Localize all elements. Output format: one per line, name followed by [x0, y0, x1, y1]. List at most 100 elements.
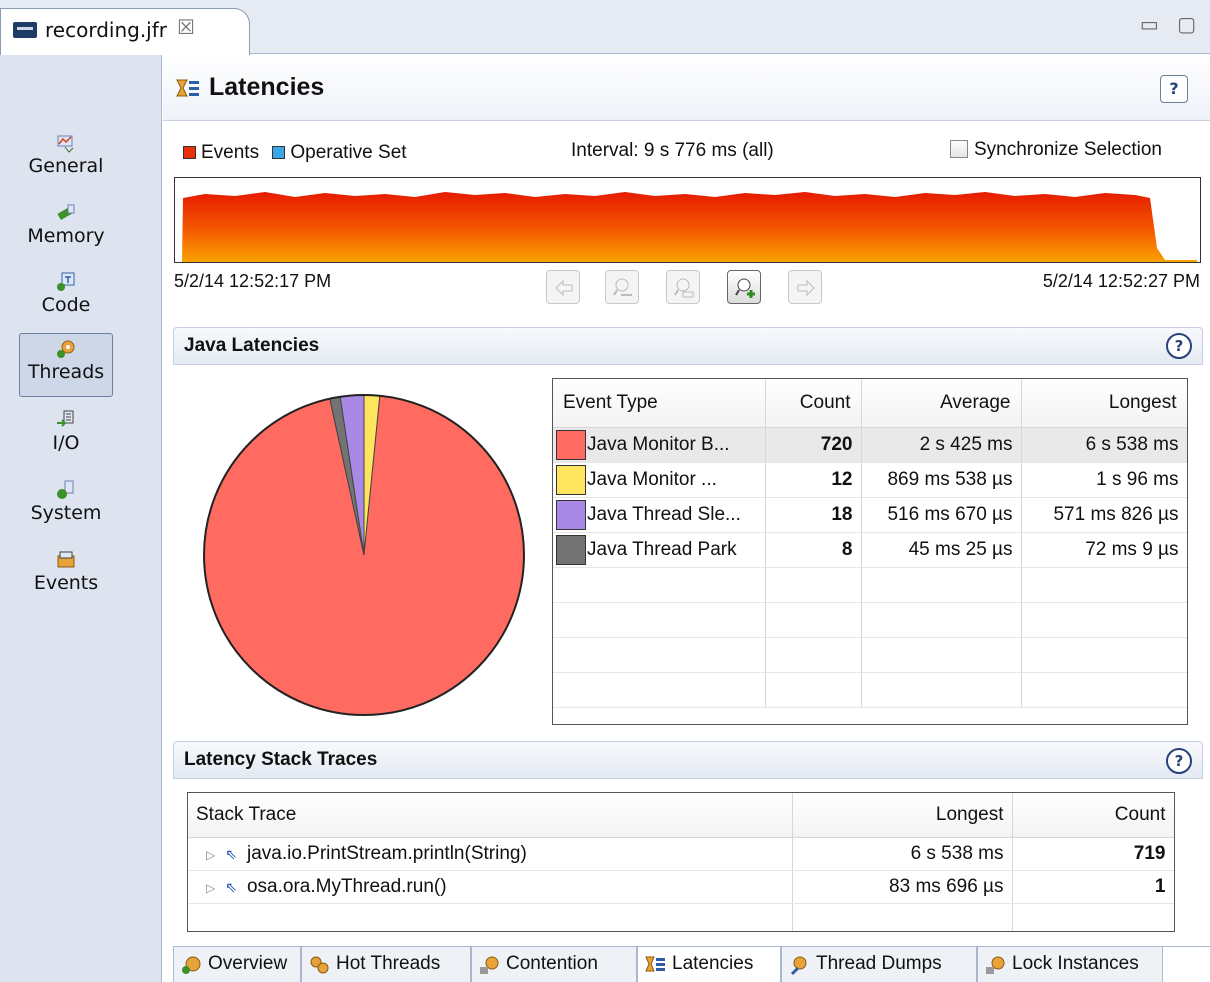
table-row[interactable]: Java Thread Sle... 18 516 ms 670 µs 571 … [553, 497, 1187, 533]
column-header-stack-trace[interactable]: Stack Trace [188, 793, 793, 838]
tab-thread-dumps[interactable]: Thread Dumps [781, 947, 977, 982]
events-swatch [183, 146, 196, 159]
column-header-average[interactable]: Average [861, 379, 1022, 428]
tab-overview[interactable]: Overview [173, 947, 301, 982]
zoom-all-button[interactable] [666, 270, 700, 304]
stack-trace-cell: java.io.PrintStream.println(String) [246, 842, 527, 864]
table-row[interactable]: ▷ ⇖ osa.ora.MyThread.run() 83 ms 696 µs 1 [188, 870, 1174, 904]
java-latencies-section-header: Java Latencies ? [173, 327, 1203, 365]
scroll-right-button[interactable] [788, 270, 822, 304]
help-icon[interactable]: ? [1166, 748, 1192, 774]
column-header-count[interactable]: Count [765, 379, 862, 428]
count-cell: 12 [765, 462, 862, 498]
count-cell: 8 [765, 532, 862, 568]
minimize-maximize-icon[interactable]: ▭ ▢ [1140, 12, 1202, 36]
zoom-in-icon [735, 278, 755, 298]
series-color-swatch [556, 499, 586, 530]
nav-item-events[interactable]: Events [0, 545, 132, 609]
nav-label-events: Events [33, 572, 99, 594]
nav-label-code: Code [41, 294, 91, 316]
tab-label: Overview [208, 953, 288, 974]
latencies-icon [645, 956, 665, 972]
nav-item-memory[interactable]: Memory [0, 198, 132, 262]
event-type-cell: Java Thread Park [587, 538, 737, 560]
latencies-icon [176, 79, 199, 97]
tab-latencies[interactable]: Latencies [637, 947, 781, 982]
count-cell: 719 [1012, 837, 1174, 871]
stack-traces-section-header: Latency Stack Traces ? [173, 741, 1203, 779]
series-color-swatch [556, 464, 586, 495]
event-type-cell: Java Monitor B... [587, 433, 730, 455]
event-type-cell: Java Thread Sle... [587, 503, 741, 525]
column-header-count[interactable]: Count [1012, 793, 1174, 838]
empty-row [553, 567, 1187, 603]
column-header-longest[interactable]: Longest [1021, 379, 1187, 428]
nav-label-io: I/O [52, 432, 80, 454]
longest-cell: 6 s 538 ms [792, 837, 1013, 871]
help-button[interactable]: ? [1160, 75, 1188, 103]
nav-label-system: System [30, 502, 102, 524]
nav-item-threads[interactable]: Threads [19, 333, 113, 397]
count-cell: 18 [765, 497, 862, 533]
nav-item-general[interactable]: General [0, 128, 132, 192]
tab-label: Thread Dumps [816, 953, 942, 974]
scroll-left-button[interactable] [546, 270, 580, 304]
average-cell: 45 ms 25 µs [861, 532, 1022, 568]
time-range-end: 5/2/14 12:52:27 PM [1042, 271, 1200, 291]
average-cell: 2 s 425 ms [861, 427, 1022, 463]
table-row[interactable]: Java Monitor B... 720 2 s 425 ms 6 s 538… [553, 427, 1187, 463]
tab-contention[interactable]: Contention [471, 947, 637, 982]
expand-arrow-icon[interactable]: ▷ [206, 848, 215, 862]
threads-icon [55, 338, 77, 360]
latency-pie-chart[interactable] [199, 390, 529, 720]
editor-tab-recording[interactable]: recording.jfr ☒ [0, 8, 250, 55]
help-icon[interactable]: ? [1166, 333, 1192, 359]
empty-row [553, 637, 1187, 673]
tab-label: Contention [506, 953, 598, 974]
zoom-in-button[interactable] [727, 270, 761, 304]
nav-item-io[interactable]: I/O [0, 405, 132, 469]
zoom-out-icon [613, 278, 632, 296]
tab-label: Latencies [672, 953, 754, 974]
empty-row [553, 602, 1187, 638]
thread-dumps-icon [790, 956, 807, 976]
system-icon [55, 479, 77, 501]
code-icon [55, 271, 77, 293]
nav-item-system[interactable]: System [0, 475, 132, 539]
column-header-event-type[interactable]: Event Type [553, 379, 766, 428]
arrow-left-icon [555, 279, 573, 297]
stack-traces-table[interactable]: Stack Trace Longest Count ▷ ⇖ java.io.Prin… [187, 792, 1175, 932]
java-latencies-title: Java Latencies [184, 335, 320, 356]
series-color-swatch [556, 429, 586, 460]
table-row[interactable]: Java Monitor ... 12 869 ms 538 µs 1 s 96… [553, 462, 1187, 498]
nav-label-memory: Memory [27, 225, 105, 247]
timeline-legend: Events Operative Set [183, 142, 407, 164]
close-icon[interactable]: ☒ [177, 15, 195, 39]
pie-svg [203, 394, 525, 716]
general-icon [55, 132, 77, 154]
tab-lock-instances[interactable]: Lock Instances [977, 947, 1163, 982]
tab-hot-threads[interactable]: Hot Threads [301, 947, 471, 982]
nav-item-code[interactable]: Code [0, 267, 132, 331]
count-cell: 1 [1012, 870, 1174, 904]
latencies-page: Latencies ? Events Operative Set Interva… [163, 55, 1210, 982]
stack-frame-icon: ⇖ [225, 845, 237, 862]
page-title: Latencies [209, 73, 325, 101]
table-row[interactable]: ▷ ⇖ java.io.PrintStream.println(String) 6 … [188, 837, 1174, 871]
time-range-start: 5/2/14 12:52:17 PM [174, 271, 332, 291]
checkbox-box[interactable] [950, 140, 968, 158]
synchronize-selection-checkbox[interactable]: Synchronize Selection [950, 139, 1162, 161]
table-row[interactable]: Java Thread Park 8 45 ms 25 µs 72 ms 9 µ… [553, 532, 1187, 568]
timeline-chart[interactable] [174, 177, 1201, 263]
interval-label: Interval: 9 s 776 ms (all) [571, 140, 774, 161]
expand-arrow-icon[interactable]: ▷ [206, 881, 215, 895]
zoom-out-button[interactable] [605, 270, 639, 304]
java-latencies-table[interactable]: Event Type Count Average Longest Java Mo… [552, 378, 1188, 725]
events-icon [55, 549, 77, 571]
average-cell: 516 ms 670 µs [861, 497, 1022, 533]
page-header: Latencies ? [163, 55, 1210, 121]
empty-row [188, 903, 1174, 931]
legend-operative-label: Operative Set [290, 142, 407, 163]
tab-label: Hot Threads [336, 953, 441, 974]
column-header-longest[interactable]: Longest [792, 793, 1013, 838]
